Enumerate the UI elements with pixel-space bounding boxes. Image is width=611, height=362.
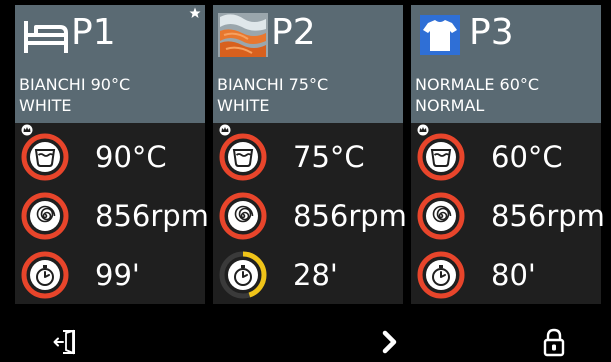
exit-button[interactable] — [48, 326, 84, 358]
spin-ring — [21, 192, 69, 240]
temperature-value: 90°C — [95, 140, 167, 174]
spin-speed-value: 856rpm — [95, 199, 209, 233]
program-description: BIANCHI 75°C — [217, 75, 329, 94]
temperature-row[interactable]: 90°C — [15, 133, 205, 187]
lock-button[interactable] — [536, 326, 572, 358]
program-name: P2 — [271, 12, 316, 53]
towels-photo-icon — [218, 13, 268, 57]
star-icon — [189, 7, 201, 18]
exit-door-icon — [53, 329, 75, 355]
spin-row[interactable]: 856rpm — [213, 192, 407, 246]
program-carousel[interactable]: P1 BIANCHI 90°C WHITE 90°C 856rpm 99' P2… — [0, 0, 611, 306]
lock-icon — [543, 328, 565, 357]
time-value: 99' — [95, 258, 140, 292]
program-name: P3 — [469, 12, 514, 53]
program-card-p2[interactable]: P2 BIANCHI 75°C WHITE 75°C 856rpm 28' — [213, 5, 407, 305]
program-header[interactable]: P3 NORMALE 60°C NORMAL — [411, 5, 601, 123]
time-row[interactable]: 80' — [411, 251, 601, 305]
temperature-ring — [21, 133, 69, 181]
program-header[interactable]: P2 BIANCHI 75°C WHITE — [213, 5, 403, 123]
spin-ring — [219, 192, 267, 240]
program-description: BIANCHI 90°C — [19, 75, 131, 94]
temperature-row[interactable]: 75°C — [213, 133, 403, 187]
program-description: NORMALE 60°C — [415, 75, 540, 94]
program-card-p1[interactable]: P1 BIANCHI 90°C WHITE 90°C 856rpm 99' — [15, 5, 209, 305]
temperature-value: 75°C — [293, 140, 365, 174]
time-ring — [219, 251, 267, 299]
program-card-p3[interactable]: P3 NORMALE 60°C NORMAL 60°C 856rpm 80' — [411, 5, 605, 305]
bed-icon — [24, 21, 68, 53]
spin-ring — [417, 192, 465, 240]
temperature-ring — [417, 133, 465, 181]
time-value: 28' — [293, 258, 338, 292]
spin-speed-value: 856rpm — [293, 199, 407, 233]
next-button[interactable] — [372, 326, 408, 358]
time-ring — [417, 251, 465, 299]
time-row[interactable]: 99' — [15, 251, 205, 305]
spin-row[interactable]: 856rpm — [15, 192, 209, 246]
temperature-value: 60°C — [491, 140, 563, 174]
program-name: P1 — [71, 12, 116, 53]
tshirt-icon — [420, 15, 460, 55]
program-header[interactable]: P1 BIANCHI 90°C WHITE — [15, 5, 205, 123]
temperature-ring — [219, 133, 267, 181]
program-description-en: NORMAL — [415, 96, 485, 115]
spin-speed-value: 856rpm — [491, 199, 605, 233]
bottom-bar — [0, 306, 611, 362]
program-description-en: WHITE — [19, 96, 72, 115]
time-value: 80' — [491, 258, 536, 292]
time-ring — [21, 251, 69, 299]
chevron-right-icon — [382, 330, 397, 354]
spin-row[interactable]: 856rpm — [411, 192, 605, 246]
temperature-row[interactable]: 60°C — [411, 133, 601, 187]
program-description-en: WHITE — [217, 96, 270, 115]
time-row[interactable]: 28' — [213, 251, 403, 305]
